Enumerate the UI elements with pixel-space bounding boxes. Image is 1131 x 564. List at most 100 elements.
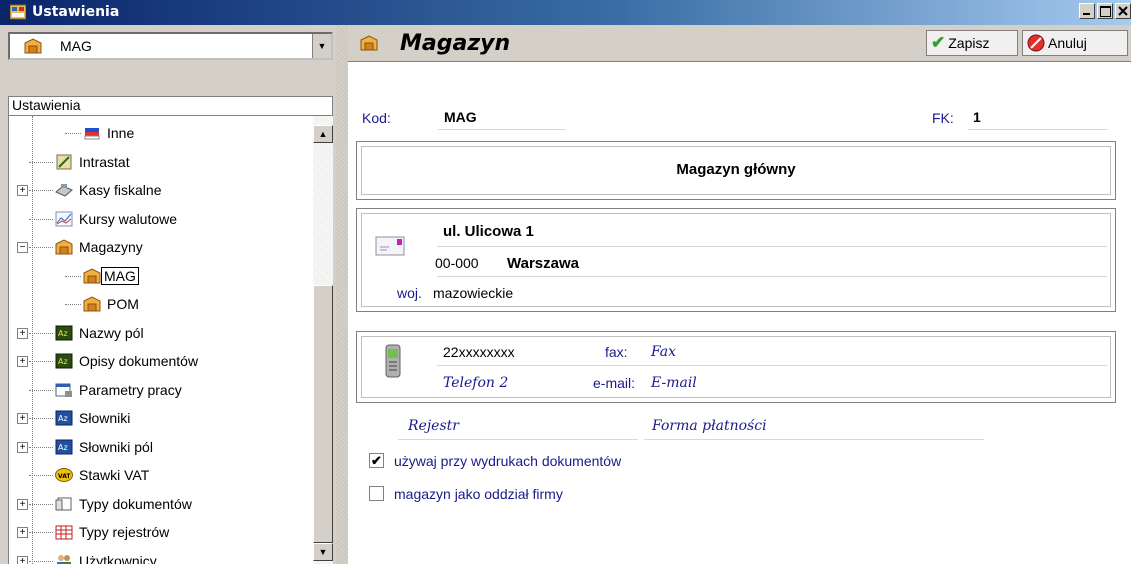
svg-text:Az: Az: [58, 357, 68, 366]
minimize-button[interactable]: [1079, 3, 1095, 19]
scroll-down-button[interactable]: ▼: [313, 543, 333, 561]
tree-item[interactable]: Intrastat: [29, 151, 130, 173]
close-icon: [1118, 6, 1128, 16]
tree-item[interactable]: + Typy dokumentów: [17, 493, 192, 515]
street-field[interactable]: ul. Ulicowa 1: [443, 223, 534, 240]
save-label: Zapisz: [948, 35, 990, 51]
tree-item-label: Użytkownicy: [79, 552, 157, 564]
register-field[interactable]: Rejestr: [408, 418, 459, 434]
tree-header: Ustawienia: [8, 96, 333, 116]
tree-item[interactable]: Inne: [65, 122, 135, 144]
payment-form-field[interactable]: Forma płatności: [652, 418, 767, 434]
expand-icon[interactable]: +: [17, 441, 28, 453]
tree-connector: [65, 133, 81, 134]
cancel-icon: [1027, 34, 1045, 52]
tree-item[interactable]: + Az Opisy dokumentów: [17, 350, 198, 372]
branch-checkbox[interactable]: [369, 486, 384, 501]
phone2-field[interactable]: Telefon 2: [443, 375, 508, 391]
settings-app-icon: [10, 4, 26, 20]
expand-icon[interactable]: +: [17, 555, 28, 564]
flag-icon: [84, 128, 100, 140]
warehouse-name-field[interactable]: Magazyn główny: [357, 161, 1115, 178]
email-field[interactable]: E-mail: [651, 375, 697, 391]
tree-connector: [29, 161, 53, 163]
tree-item-label: Słowniki pól: [79, 438, 153, 455]
tree-item-label: MAG: [101, 266, 139, 285]
contact-box: 22xxxxxxxx fax: Fax Telefon 2 e-mail: E-…: [356, 331, 1116, 403]
kod-underline: [438, 129, 566, 130]
svg-text:Az: Az: [58, 329, 68, 338]
woj-field[interactable]: mazowieckie: [433, 285, 513, 301]
warehouse-icon: [83, 296, 101, 312]
maximize-button[interactable]: [1097, 3, 1113, 19]
branch-checkbox-label: magazyn jako oddział firmy: [394, 486, 563, 502]
city-field[interactable]: Warszawa: [507, 255, 579, 272]
register-icon: [55, 525, 73, 540]
tree-item[interactable]: − Magazyny: [17, 236, 143, 258]
tree-item[interactable]: + Typy rejestrów: [17, 521, 170, 543]
save-button[interactable]: ✔ Zapisz: [926, 30, 1018, 56]
fax-field[interactable]: Fax: [651, 344, 676, 360]
close-button[interactable]: [1115, 3, 1131, 19]
tree-item-label: Typy rejestrów: [79, 524, 170, 540]
tree-connector: [29, 247, 53, 248]
object-selector[interactable]: MAG ▼: [8, 32, 333, 60]
warehouse-icon: [55, 239, 73, 255]
fk-underline: [968, 129, 1108, 130]
expand-icon[interactable]: +: [17, 527, 28, 538]
fk-label: FK:: [932, 110, 954, 126]
postal-code-field[interactable]: 00-000: [435, 255, 479, 271]
tree-connector: [29, 503, 53, 505]
cancel-button[interactable]: Anuluj: [1022, 30, 1128, 56]
expand-icon[interactable]: +: [17, 413, 28, 424]
az-icon: Az: [55, 353, 73, 369]
tree-item[interactable]: Parametry pracy: [29, 379, 182, 401]
scroll-thumb[interactable]: [313, 285, 333, 543]
tree-item[interactable]: + Az Nazwy pól: [17, 322, 144, 344]
tree-connector: [29, 361, 53, 362]
expand-icon[interactable]: +: [17, 498, 28, 510]
tree-item[interactable]: MAG: [65, 265, 139, 287]
phone1-field[interactable]: 22xxxxxxxx: [443, 344, 515, 360]
tree-item-label: Inne: [107, 125, 135, 141]
detail-panel: Magazyn ✔ Zapisz Anuluj Kod: MAG FK: 1 M…: [348, 25, 1131, 564]
tree-item[interactable]: + Az Słowniki pól: [17, 436, 153, 458]
detail-title: Magazyn: [400, 31, 511, 56]
kod-field[interactable]: MAG: [444, 109, 477, 125]
chevron-down-icon: ▼: [317, 41, 327, 51]
expand-icon[interactable]: +: [17, 356, 28, 367]
tree-item-label: Nazwy pól: [79, 324, 144, 341]
settings-tree[interactable]: Inne Intrastat + Kasy fiskalne Kursy walutow…: [8, 116, 314, 564]
scroll-up-button[interactable]: ▲: [313, 125, 333, 143]
vat-icon: VAT: [55, 468, 73, 482]
woj-label: woj.: [397, 285, 422, 301]
email-label: e-mail:: [593, 375, 636, 391]
tree-item[interactable]: Kursy walutowe: [29, 208, 177, 230]
tree-item-label: Słowniki: [79, 410, 131, 426]
users-icon: [57, 554, 71, 564]
tree-item[interactable]: + Użytkownicy: [17, 550, 157, 564]
detail-header: Magazyn ✔ Zapisz Anuluj: [348, 25, 1131, 62]
print-checkbox[interactable]: ✔: [369, 453, 384, 468]
selector-dropdown-button[interactable]: ▼: [312, 34, 331, 58]
address-box: ul. Ulicowa 1 00-000 Warszawa woj. mazow…: [356, 208, 1116, 312]
tree-item[interactable]: + Kasy fiskalne: [17, 179, 161, 201]
expand-icon[interactable]: +: [17, 185, 28, 196]
intrastat-icon: [56, 154, 72, 169]
selector-value: MAG: [60, 38, 92, 54]
expand-icon[interactable]: +: [17, 327, 28, 339]
maximize-icon: [1100, 6, 1111, 17]
tree-item-label: Typy dokumentów: [79, 495, 192, 512]
tree-item[interactable]: VAT Stawki VAT: [29, 464, 150, 486]
tree-item-label: Stawki VAT: [79, 467, 150, 483]
splitter[interactable]: [336, 25, 348, 564]
fk-field[interactable]: 1: [973, 109, 981, 125]
collapse-icon[interactable]: −: [17, 242, 28, 253]
tree-item-label: POM: [107, 296, 139, 312]
tree-item-label: Parametry pracy: [79, 381, 182, 398]
tree-item[interactable]: + Az Słowniki: [17, 407, 131, 429]
tree-guide-line: [32, 116, 33, 564]
name-box: Magazyn główny: [356, 141, 1116, 200]
tree-item[interactable]: POM: [65, 293, 139, 315]
window-title: Ustawienia: [32, 4, 120, 20]
